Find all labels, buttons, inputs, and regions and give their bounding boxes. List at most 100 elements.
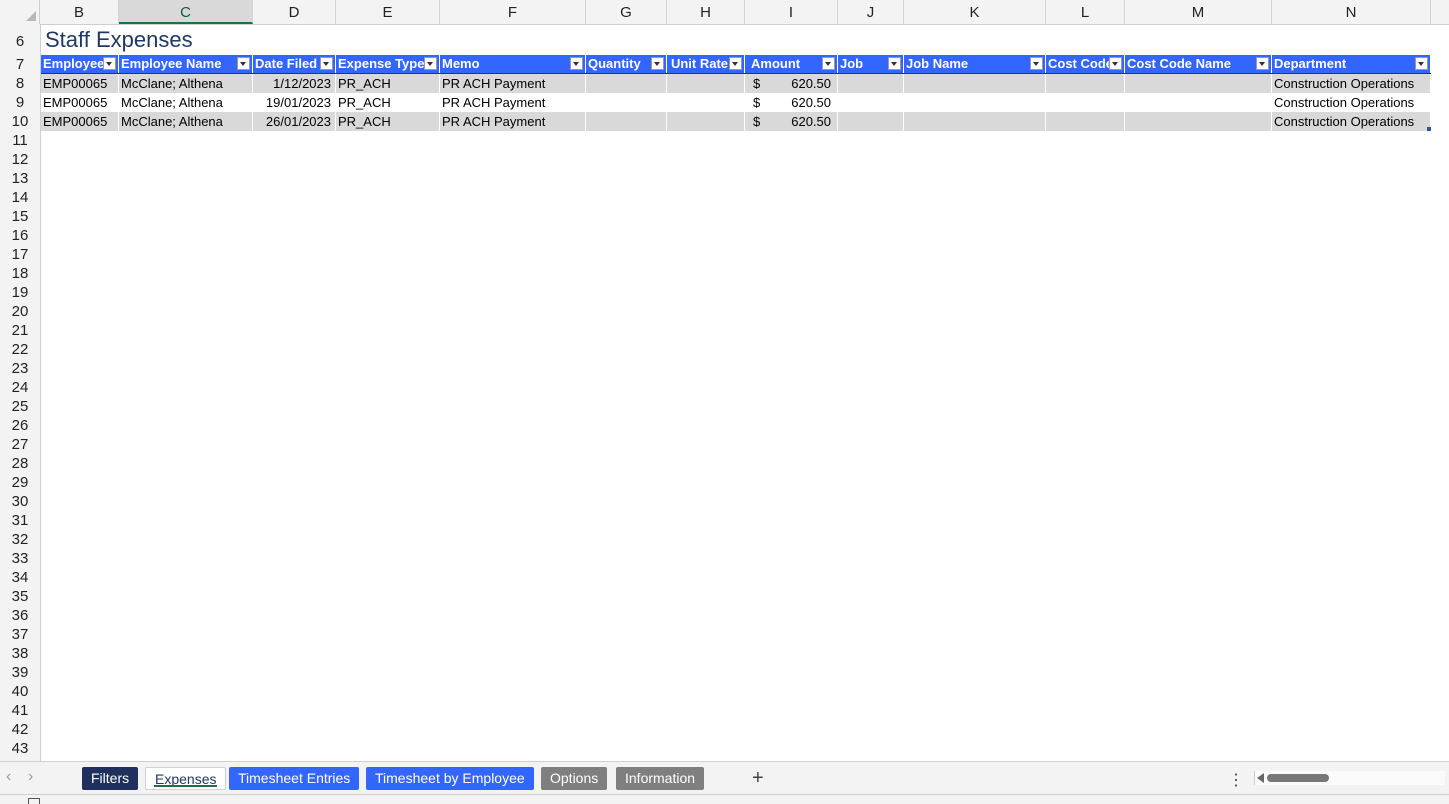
table-header-quantity[interactable]: Quantity xyxy=(586,55,667,73)
select-all-corner[interactable] xyxy=(0,0,40,24)
cell-job-name[interactable] xyxy=(904,93,1046,112)
cell-expense-type[interactable]: PR_ACH xyxy=(336,74,440,93)
column-header-f[interactable]: F xyxy=(440,0,586,24)
row-header[interactable]: 23 xyxy=(0,359,40,378)
column-header-e[interactable]: E xyxy=(336,0,440,24)
table-header-job[interactable]: Job xyxy=(838,55,904,73)
add-sheet-icon[interactable]: + xyxy=(752,767,764,790)
column-header-h[interactable]: H xyxy=(667,0,745,24)
filter-dropdown-icon[interactable] xyxy=(237,57,250,70)
scrollbar-thumb[interactable] xyxy=(1267,774,1329,782)
cell-job-name[interactable] xyxy=(904,112,1046,131)
row-header[interactable]: 16 xyxy=(0,226,40,245)
filter-dropdown-icon[interactable] xyxy=(822,57,835,70)
cell-cost-code[interactable] xyxy=(1046,74,1125,93)
row-header[interactable]: 18 xyxy=(0,264,40,283)
row-header[interactable]: 6 xyxy=(0,24,40,55)
table-header-date-filed[interactable]: Date Filed xyxy=(253,55,336,73)
cell-department[interactable]: Construction Operations xyxy=(1272,93,1431,112)
cell-expense-type[interactable]: PR_ACH xyxy=(336,93,440,112)
cell-cost-code-name[interactable] xyxy=(1125,112,1272,131)
cell-job[interactable] xyxy=(838,112,904,131)
table-header-cost-code[interactable]: Cost Code xyxy=(1046,55,1125,73)
horizontal-scrollbar[interactable] xyxy=(1254,771,1445,785)
tab-filters[interactable]: Filters xyxy=(82,767,139,790)
row-header[interactable]: 31 xyxy=(0,511,40,530)
row-header[interactable]: 35 xyxy=(0,587,40,606)
row-header[interactable]: 36 xyxy=(0,606,40,625)
table-resize-handle[interactable] xyxy=(1427,127,1431,131)
cell-employee-name[interactable]: McClane; Althena xyxy=(119,93,253,112)
table-header-employee[interactable]: Employee xyxy=(41,55,119,73)
cell-employee[interactable]: EMP00065 xyxy=(41,74,119,93)
cell-date-filed[interactable]: 1/12/2023 xyxy=(253,74,336,93)
sheet-view-icon[interactable] xyxy=(28,798,40,804)
tab-information[interactable]: Information xyxy=(616,767,705,790)
row-header[interactable]: 8 xyxy=(0,74,40,93)
row-header[interactable]: 7 xyxy=(0,55,40,74)
filter-dropdown-icon[interactable] xyxy=(888,57,901,70)
filter-dropdown-icon[interactable] xyxy=(103,57,116,70)
cell-date-filed[interactable]: 26/01/2023 xyxy=(253,112,336,131)
cell-memo[interactable]: PR ACH Payment xyxy=(440,74,586,93)
sheet-grid[interactable]: Staff Expenses Employee Employee Name Da… xyxy=(41,24,1449,761)
tab-timesheet-entries[interactable]: Timesheet Entries xyxy=(229,767,360,790)
filter-dropdown-icon[interactable] xyxy=(1109,57,1122,70)
row-header[interactable]: 34 xyxy=(0,568,40,587)
table-row[interactable]: EMP00065 McClane; Althena 26/01/2023 PR_… xyxy=(41,112,1431,131)
row-header[interactable]: 19 xyxy=(0,283,40,302)
column-header-l[interactable]: L xyxy=(1046,0,1125,24)
filter-dropdown-icon[interactable] xyxy=(1415,57,1428,70)
cell-memo[interactable]: PR ACH Payment xyxy=(440,93,586,112)
filter-dropdown-icon[interactable] xyxy=(729,57,742,70)
table-header-amount[interactable]: Amount xyxy=(745,55,838,73)
cell-department[interactable]: Construction Operations xyxy=(1272,112,1431,131)
cell-job[interactable] xyxy=(838,74,904,93)
row-header[interactable]: 9 xyxy=(0,93,40,112)
cell-job-name[interactable] xyxy=(904,74,1046,93)
row-header[interactable]: 32 xyxy=(0,530,40,549)
row-header[interactable]: 24 xyxy=(0,378,40,397)
filter-dropdown-icon[interactable] xyxy=(1030,57,1043,70)
row-header[interactable]: 12 xyxy=(0,150,40,169)
tab-scroll-right-icon[interactable]: › xyxy=(28,768,33,786)
table-header-cost-code-name[interactable]: Cost Code Name xyxy=(1125,55,1272,73)
row-header[interactable]: 41 xyxy=(0,701,40,720)
column-header-k[interactable]: K xyxy=(904,0,1046,24)
table-header-department[interactable]: Department xyxy=(1272,55,1431,73)
table-row[interactable]: EMP00065 McClane; Althena 19/01/2023 PR_… xyxy=(41,93,1431,112)
row-header[interactable]: 42 xyxy=(0,720,40,739)
row-header[interactable]: 26 xyxy=(0,416,40,435)
table-row[interactable]: EMP00065 McClane; Althena 1/12/2023 PR_A… xyxy=(41,74,1431,93)
filter-dropdown-icon[interactable] xyxy=(570,57,583,70)
row-header[interactable]: 20 xyxy=(0,302,40,321)
row-header[interactable]: 43 xyxy=(0,739,40,758)
scroll-left-arrow-icon[interactable] xyxy=(1257,773,1264,783)
cell-cost-code[interactable] xyxy=(1046,93,1125,112)
column-header-d[interactable]: D xyxy=(253,0,336,24)
row-header[interactable]: 39 xyxy=(0,663,40,682)
cell-cost-code-name[interactable] xyxy=(1125,93,1272,112)
cell-quantity[interactable] xyxy=(586,74,667,93)
table-header-memo[interactable]: Memo xyxy=(440,55,586,73)
table-header-job-name[interactable]: Job Name xyxy=(904,55,1046,73)
row-header[interactable]: 10 xyxy=(0,112,40,131)
row-header[interactable]: 22 xyxy=(0,340,40,359)
sheet-title[interactable]: Staff Expenses xyxy=(45,27,193,53)
cell-date-filed[interactable]: 19/01/2023 xyxy=(253,93,336,112)
tab-expenses[interactable]: Expenses xyxy=(145,767,227,790)
row-header[interactable]: 37 xyxy=(0,625,40,644)
column-header-b[interactable]: B xyxy=(40,0,119,24)
tab-scroll-left-icon[interactable]: ‹ xyxy=(6,768,11,786)
row-header[interactable]: 38 xyxy=(0,644,40,663)
column-header-m[interactable]: M xyxy=(1125,0,1272,24)
row-header[interactable]: 40 xyxy=(0,682,40,701)
filter-dropdown-icon[interactable] xyxy=(651,57,664,70)
cell-unit-rate[interactable] xyxy=(667,112,745,131)
cell-employee[interactable]: EMP00065 xyxy=(41,112,119,131)
row-header[interactable]: 33 xyxy=(0,549,40,568)
column-header-j[interactable]: J xyxy=(838,0,904,24)
row-header[interactable]: 13 xyxy=(0,169,40,188)
column-header-n[interactable]: N xyxy=(1272,0,1431,24)
cell-unit-rate[interactable] xyxy=(667,93,745,112)
